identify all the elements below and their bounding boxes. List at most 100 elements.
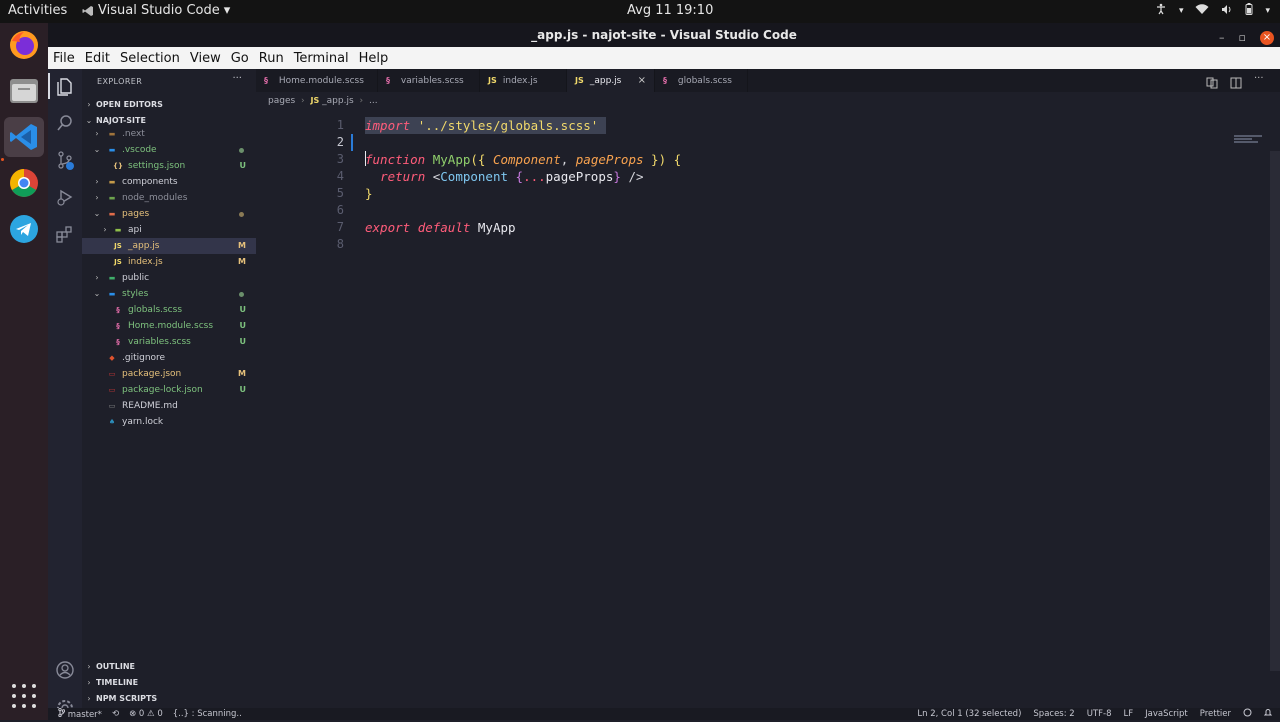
files-icon[interactable] [4, 71, 44, 111]
tree-folder-vscode[interactable]: ⌄ ▬ .vscode [82, 142, 256, 158]
keyword-default: default [417, 220, 471, 235]
vscode-icon[interactable] [4, 117, 44, 157]
problems-indicator[interactable]: ⊗ 0 ⚠ 0 [129, 708, 163, 721]
extensions-icon[interactable] [55, 224, 75, 244]
tab-globals-scss[interactable]: § globals.scss [655, 69, 748, 92]
outline-section[interactable]: › OUTLINE [82, 659, 256, 674]
activities-button[interactable]: Activities [8, 3, 67, 18]
breadcrumb-file[interactable]: _app.js [322, 96, 354, 106]
tree-folder-api[interactable]: › ▬ api [82, 222, 256, 238]
function-name: MyApp [432, 152, 471, 167]
source-control-icon[interactable] [55, 150, 75, 170]
run-debug-icon[interactable] [55, 187, 75, 207]
menu-edit[interactable]: Edit [80, 51, 115, 66]
tree-file-settings-json[interactable]: {} settings.json U [82, 158, 256, 174]
tree-file-readme-md[interactable]: ▭ README.md [82, 398, 256, 414]
menu-view[interactable]: View [185, 51, 226, 66]
open-editors-section[interactable]: › OPEN EDITORS [82, 97, 256, 112]
notifications-icon[interactable] [1263, 708, 1273, 721]
vertical-scrollbar[interactable] [1270, 151, 1280, 671]
close-icon[interactable]: × [638, 69, 646, 92]
git-branch-icon [58, 707, 66, 718]
battery-icon[interactable] [1245, 3, 1253, 18]
compare-changes-icon[interactable] [1206, 74, 1218, 89]
git-branch-item[interactable]: master* [58, 707, 102, 721]
telegram-icon[interactable] [4, 209, 44, 249]
indentation[interactable]: Spaces: 2 [1033, 708, 1074, 721]
menu-help[interactable]: Help [354, 51, 394, 66]
folder-icon: ▬ [108, 178, 116, 186]
line-number: 4 [336, 169, 344, 183]
menu-selection[interactable]: Selection [115, 51, 185, 66]
chevron-down-icon[interactable]: ▾ [1265, 6, 1270, 16]
tree-item-label: Home.module.scss [128, 321, 214, 331]
tab-index-js[interactable]: JS index.js [480, 69, 567, 92]
split-editor-icon[interactable] [1230, 74, 1242, 89]
end-of-line[interactable]: LF [1124, 708, 1134, 721]
tree-folder-node-modules[interactable]: › ▬ node_modules [82, 190, 256, 206]
feedback-icon[interactable] [1243, 708, 1252, 721]
tree-file-home-module-scss[interactable]: § Home.module.scss U [82, 318, 256, 334]
minimap[interactable] [1234, 135, 1268, 145]
tree-file-yarn-lock[interactable]: ♠ yarn.lock [82, 414, 256, 430]
tab-variables-scss[interactable]: § variables.scss [378, 69, 480, 92]
tree-folder-next[interactable]: › ▬ .next [82, 126, 256, 142]
volume-icon[interactable] [1221, 4, 1233, 18]
tree-folder-pages[interactable]: ⌄ ▬ pages [82, 206, 256, 222]
tab-app-js[interactable]: JS _app.js × [567, 69, 655, 92]
tree-folder-public[interactable]: › ▬ public [82, 270, 256, 286]
menu-terminal[interactable]: Terminal [289, 51, 354, 66]
code-editor[interactable]: 1 import '../styles/globals.scss' 2 3 fu… [256, 109, 1280, 708]
tree-file-app-js[interactable]: JS _app.js M [82, 238, 256, 254]
tree-folder-styles[interactable]: ⌄ ▬ styles [82, 286, 256, 302]
scanning-status[interactable]: {..} : Scanning.. [173, 708, 242, 721]
tree-file-package-json[interactable]: ▭ package.json M [82, 366, 256, 382]
menu-file[interactable]: File [48, 51, 80, 66]
explorer-icon[interactable] [55, 76, 75, 96]
npm-scripts-section[interactable]: › NPM SCRIPTS [82, 691, 256, 706]
prettier-status[interactable]: Prettier [1200, 708, 1231, 721]
chevron-down-icon[interactable]: ▾ [1179, 6, 1184, 16]
tree-file-variables-scss[interactable]: § variables.scss U [82, 334, 256, 350]
explorer-sidebar: EXPLORER ··· › OPEN EDITORS ⌄ NAJOT-SITE ›… [82, 69, 256, 708]
accessibility-icon[interactable] [1155, 3, 1167, 18]
language-mode[interactable]: JavaScript [1145, 708, 1188, 721]
close-button[interactable]: × [1260, 31, 1274, 45]
system-tray[interactable]: ▾ ▾ [1155, 3, 1270, 18]
wifi-icon[interactable] [1195, 3, 1209, 18]
breadcrumb-more[interactable]: ... [369, 96, 378, 106]
encoding[interactable]: UTF-8 [1087, 708, 1112, 721]
git-status-badge: U [239, 321, 247, 330]
menu-go[interactable]: Go [226, 51, 254, 66]
tree-file-gitignore[interactable]: ◆ .gitignore [82, 350, 256, 366]
menu-run[interactable]: Run [254, 51, 289, 66]
clock[interactable]: Avg 11 19:10 [627, 3, 713, 18]
show-applications-icon[interactable] [12, 684, 36, 708]
app-menu[interactable]: Visual Studio Code ▾ [82, 3, 230, 18]
tab-home-module-scss[interactable]: § Home.module.scss [256, 69, 378, 92]
folder-styles-icon: ▬ [108, 290, 116, 298]
breadcrumb-folder[interactable]: pages [268, 96, 295, 106]
folder-node-icon: ▬ [108, 194, 116, 202]
tree-file-globals-scss[interactable]: § globals.scss U [82, 302, 256, 318]
timeline-section[interactable]: › TIMELINE [82, 675, 256, 690]
js-icon: JS [575, 76, 584, 85]
tree-file-index-js[interactable]: JS index.js M [82, 254, 256, 270]
more-actions-icon[interactable]: ··· [232, 73, 242, 84]
window-titlebar[interactable]: _app.js - najot-site - Visual Studio Cod… [48, 23, 1280, 47]
status-left: master* ⟲ ⊗ 0 ⚠ 0 {..} : Scanning.. [58, 707, 242, 721]
git-status-badge: U [239, 385, 247, 394]
line-number: 8 [336, 237, 344, 251]
chrome-icon[interactable] [4, 163, 44, 203]
markdown-icon: ▭ [108, 402, 116, 410]
sync-icon[interactable]: ⟲ [112, 708, 119, 721]
account-icon[interactable] [55, 660, 75, 680]
cursor-position[interactable]: Ln 2, Col 1 (32 selected) [917, 708, 1021, 721]
firefox-icon[interactable] [4, 25, 44, 65]
identifier: pageProps [545, 169, 614, 184]
tree-file-package-lock-json[interactable]: ▭ package-lock.json U [82, 382, 256, 398]
tree-item-label: index.js [128, 257, 163, 267]
tree-folder-components[interactable]: › ▬ components [82, 174, 256, 190]
more-actions-icon[interactable]: ··· [1254, 74, 1266, 86]
search-icon[interactable] [55, 113, 75, 133]
